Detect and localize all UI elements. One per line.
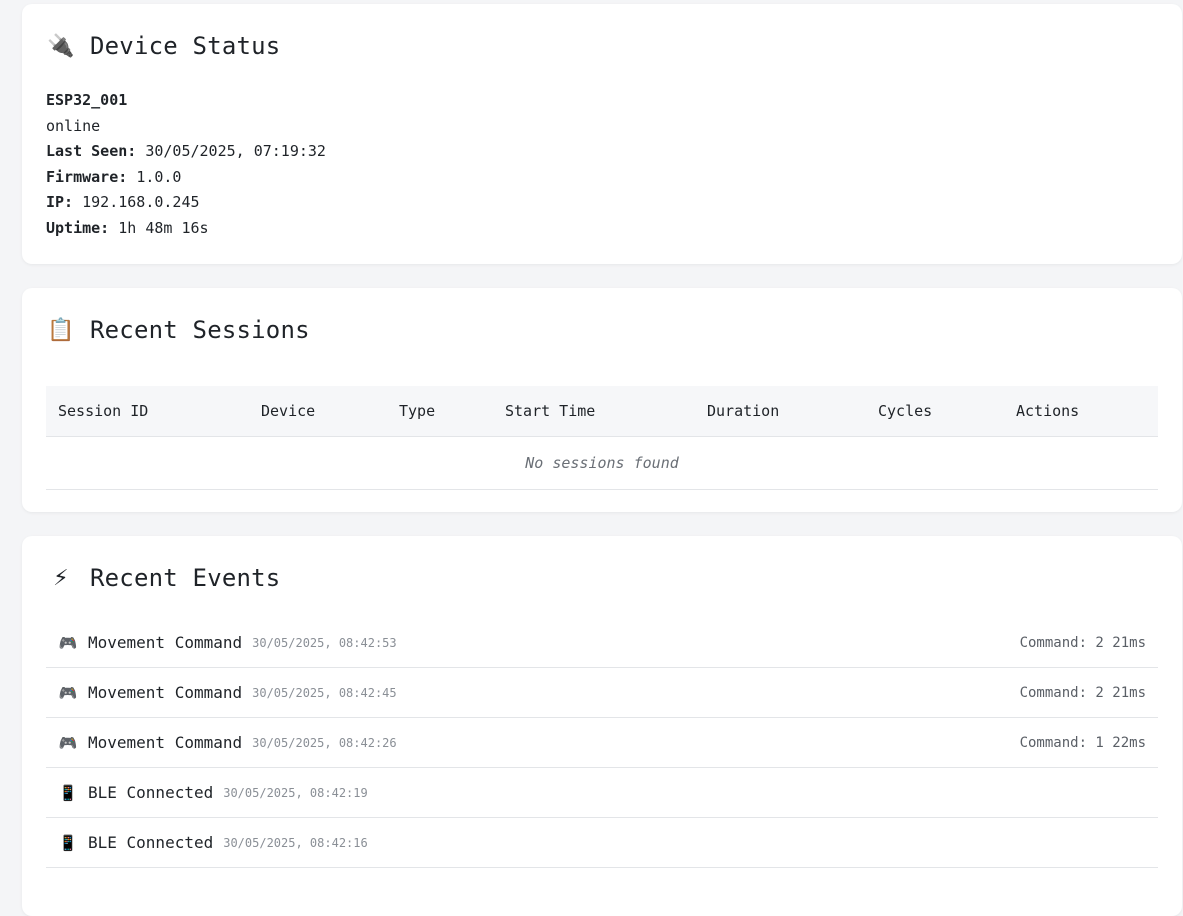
event-time: 30/05/2025, 08:42:45	[252, 685, 397, 700]
device-info: ESP32_001 online Last Seen: 30/05/2025, …	[46, 88, 326, 241]
recent-sessions-title-text: Recent Sessions	[90, 316, 310, 344]
device-status-title-text: Device Status	[90, 32, 281, 60]
device-status-title: 🔌 Device Status	[46, 32, 280, 60]
column-header-session-id[interactable]: Session ID	[46, 386, 249, 437]
event-name: Movement Command	[88, 733, 243, 752]
recent-sessions-title: 📋 Recent Sessions	[46, 316, 310, 344]
last-seen-value: 30/05/2025, 07:19:32	[145, 142, 326, 160]
event-time: 30/05/2025, 08:42:19	[223, 785, 368, 800]
lightning-icon: ⚡	[53, 565, 69, 591]
column-header-type[interactable]: Type	[387, 386, 493, 437]
event-detail: Command: 1 22ms	[1019, 734, 1146, 751]
recent-events-title-text: Recent Events	[90, 564, 281, 592]
event-item[interactable]: 🎮 Movement Command 30/05/2025, 08:42:26 …	[46, 718, 1158, 768]
events-list: 🎮 Movement Command 30/05/2025, 08:42:53 …	[46, 618, 1158, 868]
event-item[interactable]: 🎮 Movement Command 30/05/2025, 08:42:45 …	[46, 668, 1158, 718]
event-time: 30/05/2025, 08:42:53	[252, 635, 397, 650]
ip-row: IP: 192.168.0.245	[46, 190, 326, 216]
uptime-row: Uptime: 1h 48m 16s	[46, 216, 326, 242]
device-status-value: online	[46, 116, 101, 135]
column-header-duration[interactable]: Duration	[695, 386, 866, 437]
device-status-card: 🔌 Device Status ESP32_001 online Last Se…	[22, 4, 1182, 264]
column-header-actions: Actions	[1004, 386, 1158, 437]
event-name: Movement Command	[88, 633, 243, 652]
recent-events-card: ⚡ Recent Events 🎮 Movement Command 30/05…	[22, 536, 1182, 916]
uptime-value: 1h 48m 16s	[118, 218, 209, 237]
last-seen-row: Last Seen: 30/05/2025, 07:19:32	[46, 139, 326, 165]
firmware-row: Firmware: 1.0.0	[46, 165, 326, 191]
phone-icon: 📱	[58, 833, 78, 852]
ip-value: 192.168.0.245	[82, 193, 200, 211]
gamepad-icon: 🎮	[58, 633, 78, 652]
column-header-device[interactable]: Device	[249, 386, 387, 437]
ip-label: IP:	[46, 193, 74, 211]
event-item[interactable]: 🎮 Movement Command 30/05/2025, 08:42:53 …	[46, 618, 1158, 668]
last-seen-label: Last Seen:	[46, 142, 137, 160]
column-header-start-time[interactable]: Start Time	[493, 386, 695, 437]
gamepad-icon: 🎮	[58, 733, 78, 752]
event-time: 30/05/2025, 08:42:16	[223, 835, 368, 850]
sessions-table-wrap: Session ID Device Type Start Time Durati…	[46, 386, 1158, 490]
event-detail: Command: 2 21ms	[1019, 684, 1146, 701]
event-name: BLE Connected	[88, 833, 214, 852]
no-sessions-message: No sessions found	[46, 436, 1158, 490]
gamepad-icon: 🎮	[58, 683, 78, 702]
device-name: ESP32_001	[46, 91, 128, 109]
firmware-value: 1.0.0	[136, 167, 182, 186]
column-header-cycles[interactable]: Cycles	[866, 386, 1004, 437]
clipboard-icon: 📋	[47, 317, 75, 343]
sessions-table: Session ID Device Type Start Time Durati…	[46, 386, 1158, 490]
sessions-empty-row: No sessions found	[46, 436, 1158, 490]
firmware-label: Firmware:	[46, 167, 128, 186]
event-detail: Command: 2 21ms	[1019, 634, 1146, 651]
recent-sessions-card: 📋 Recent Sessions Session ID Device Type…	[22, 288, 1182, 512]
event-item[interactable]: 📱 BLE Connected 30/05/2025, 08:42:19	[46, 768, 1158, 818]
recent-events-title: ⚡ Recent Events	[46, 564, 280, 592]
event-name: Movement Command	[88, 683, 243, 702]
event-item[interactable]: 📱 BLE Connected 30/05/2025, 08:42:16	[46, 818, 1158, 868]
event-time: 30/05/2025, 08:42:26	[252, 735, 397, 750]
uptime-label: Uptime:	[46, 218, 110, 237]
event-name: BLE Connected	[88, 783, 214, 802]
sessions-header-row: Session ID Device Type Start Time Durati…	[46, 386, 1158, 437]
phone-icon: 📱	[58, 783, 78, 802]
plug-icon: 🔌	[47, 33, 75, 59]
